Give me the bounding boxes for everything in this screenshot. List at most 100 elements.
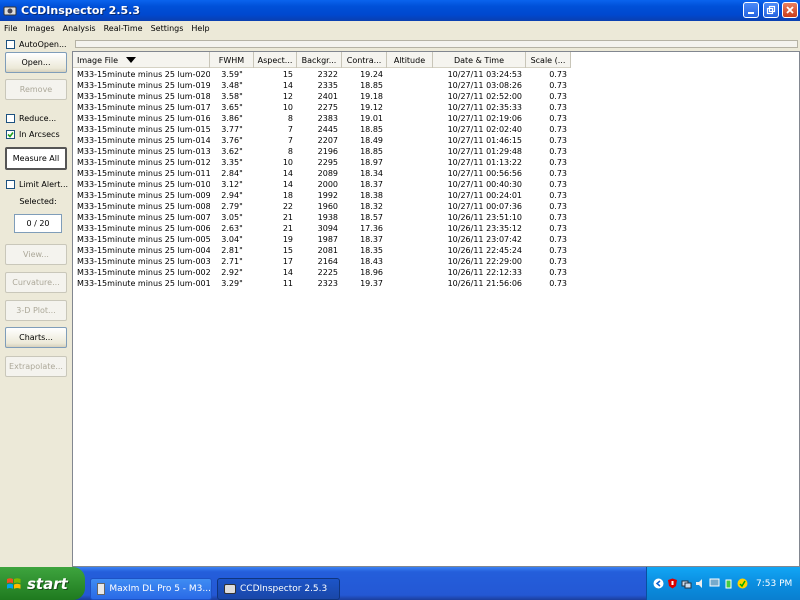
column-header-label: Date & Time <box>453 55 505 65</box>
battery-icon[interactable] <box>723 578 734 589</box>
table-row[interactable]: M33-15minute minus 25 lum-010.fit 3.12" 14… <box>73 179 571 190</box>
table-cell: 7 <box>287 136 293 145</box>
table-cell: 3.48" <box>221 81 243 90</box>
table-row[interactable]: M33-15minute minus 25 lum-012.fit 3.35" 10… <box>73 157 571 168</box>
table-header: Image File FWHM Aspect... Backgr... Contra..… <box>73 52 571 68</box>
table-row[interactable]: M33-15minute minus 25 lum-004.fit 2.81" 15… <box>73 245 571 256</box>
auto-open-checkbox[interactable]: AutoOpen... <box>6 38 67 50</box>
table-cell: 3.76" <box>221 136 243 145</box>
in-arcsecs-checkbox[interactable]: In Arcsecs <box>6 128 60 140</box>
menu-help[interactable]: Help <box>187 24 213 33</box>
table-cell: 10/26/11 22:29:00 <box>447 257 522 266</box>
table-cell: 12 <box>282 92 293 101</box>
table-cell: 18.43 <box>360 257 383 266</box>
table-row[interactable]: M33-15minute minus 25 lum-001.fit 3.29" 11… <box>73 278 571 289</box>
column-header[interactable]: Image File <box>73 52 210 68</box>
table-cell: 0.73 <box>549 191 567 200</box>
table-cell: 0.73 <box>549 224 567 233</box>
table-cell: 2335 <box>317 81 338 90</box>
menu-analysis[interactable]: Analysis <box>59 24 100 33</box>
limit-alerts-box[interactable] <box>6 179 15 189</box>
table-row[interactable]: M33-15minute minus 25 lum-017.fit 3.65" 10… <box>73 102 571 113</box>
table-cell: 14 <box>282 268 293 277</box>
table-row[interactable]: M33-15minute minus 25 lum-005.fit 3.04" 19… <box>73 234 571 245</box>
table-cell: 1987 <box>317 235 338 244</box>
volume-icon[interactable] <box>695 578 706 589</box>
start-button[interactable]: start <box>0 567 85 600</box>
table-row[interactable]: M33-15minute minus 25 lum-003.fit 2.71" 17… <box>73 256 571 267</box>
table-cell: 10/26/11 22:45:24 <box>447 246 522 255</box>
auto-open-label: AutoOpen... <box>19 39 67 49</box>
table-row[interactable]: M33-15minute minus 25 lum-019.fit 3.48" 14… <box>73 80 571 91</box>
table-row[interactable]: M33-15minute minus 25 lum-016.fit 3.86" 8 2… <box>73 113 571 124</box>
in-arcsecs-box[interactable] <box>6 129 15 139</box>
taskbar-item-maxim[interactable]: MaxIm DL Pro 5 - M3... <box>90 578 212 600</box>
column-header[interactable]: Contra... <box>342 52 387 68</box>
table-cell: 2322 <box>317 70 338 79</box>
table-cell: 3094 <box>317 224 338 233</box>
column-header[interactable]: Aspect... <box>254 52 297 68</box>
menu-real-time[interactable]: Real-Time <box>100 24 147 33</box>
minimize-button[interactable] <box>743 2 759 18</box>
column-header-label: Altitude <box>393 55 426 65</box>
plot-3d-button[interactable]: 3-D Plot... <box>5 300 67 321</box>
reduce-box[interactable] <box>6 113 15 123</box>
table-row[interactable]: M33-15minute minus 25 lum-020.fit 3.59" 15… <box>73 69 571 80</box>
close-icon <box>786 6 794 14</box>
limit-alerts-checkbox[interactable]: Limit Alert... <box>6 178 68 190</box>
maximize-button[interactable] <box>763 2 779 18</box>
measure-all-button[interactable]: Measure All <box>5 147 67 170</box>
remove-button[interactable]: Remove <box>5 79 67 100</box>
table-row[interactable]: M33-15minute minus 25 lum-009.fit 2.94" 18… <box>73 190 571 201</box>
in-arcsecs-label: In Arcsecs <box>19 129 60 139</box>
column-header[interactable]: Backgr... <box>297 52 342 68</box>
security-shield-icon[interactable] <box>667 578 678 589</box>
arrow-left-icon[interactable] <box>653 578 664 589</box>
menu-images[interactable]: Images <box>21 24 58 33</box>
charts-button[interactable]: Charts... <box>5 327 67 348</box>
table-cell: 14 <box>282 180 293 189</box>
table-cell: 22 <box>282 202 293 211</box>
network-icon[interactable] <box>681 578 692 589</box>
table-cell: 2164 <box>317 257 338 266</box>
monitor-icon[interactable] <box>709 578 720 589</box>
table-row[interactable]: M33-15minute minus 25 lum-013.fit 3.62" 8 2… <box>73 146 571 157</box>
table-row[interactable]: M33-15minute minus 25 lum-015.fit 3.77" 7 2… <box>73 124 571 135</box>
column-header[interactable]: Scale (... <box>526 52 571 68</box>
table-row[interactable]: M33-15minute minus 25 lum-006.fit 2.63" 21… <box>73 223 571 234</box>
table-row[interactable]: M33-15minute minus 25 lum-007.fit 3.05" 21… <box>73 212 571 223</box>
table-row[interactable]: M33-15minute minus 25 lum-018.fit 3.58" 12… <box>73 91 571 102</box>
auto-open-box[interactable] <box>6 39 15 49</box>
table-cell: M33-15minute minus 25 lum-010.fit <box>77 180 210 189</box>
table-cell: 15 <box>282 70 293 79</box>
column-header[interactable]: Date & Time <box>433 52 526 68</box>
close-button[interactable] <box>782 2 798 18</box>
extrapolate-button[interactable]: Extrapolate... <box>5 356 67 377</box>
column-header-label: Image File <box>77 55 118 65</box>
table-row[interactable]: M33-15minute minus 25 lum-014.fit 3.76" 7 2… <box>73 135 571 146</box>
table-cell: 1960 <box>317 202 338 211</box>
table-cell: 2295 <box>317 158 338 167</box>
menu-file[interactable]: File <box>0 24 21 33</box>
updates-icon[interactable] <box>737 578 748 589</box>
table-cell: 3.35" <box>221 158 243 167</box>
table-cell: M33-15minute minus 25 lum-002.fit <box>77 268 210 277</box>
view-button[interactable]: View... <box>5 244 67 265</box>
table-row[interactable]: M33-15minute minus 25 lum-011.fit 2.84" 14… <box>73 168 571 179</box>
taskbar-item-ccdinspector[interactable]: CCDInspector 2.5.3 <box>217 578 340 600</box>
table-cell: 0.73 <box>549 92 567 101</box>
sidebar: AutoOpen... Open... Remove Reduce... In … <box>0 35 72 567</box>
menu-settings[interactable]: Settings <box>147 24 188 33</box>
table-row[interactable]: M33-15minute minus 25 lum-008.fit 2.79" 22… <box>73 201 571 212</box>
column-header[interactable]: FWHM <box>210 52 254 68</box>
column-header[interactable]: Altitude <box>387 52 433 68</box>
table-row[interactable]: M33-15minute minus 25 lum-002.fit 2.92" 14… <box>73 267 571 278</box>
table-cell: 18.85 <box>360 81 383 90</box>
reduce-checkbox[interactable]: Reduce... <box>6 112 56 124</box>
table-cell: 2.92" <box>221 268 243 277</box>
table-cell: 19.18 <box>360 92 383 101</box>
curvature-button[interactable]: Curvature... <box>5 272 67 293</box>
table-cell: 19.37 <box>360 279 383 288</box>
title-bar[interactable]: CCDInspector 2.5.3 <box>0 0 800 21</box>
open-button[interactable]: Open... <box>5 52 67 73</box>
